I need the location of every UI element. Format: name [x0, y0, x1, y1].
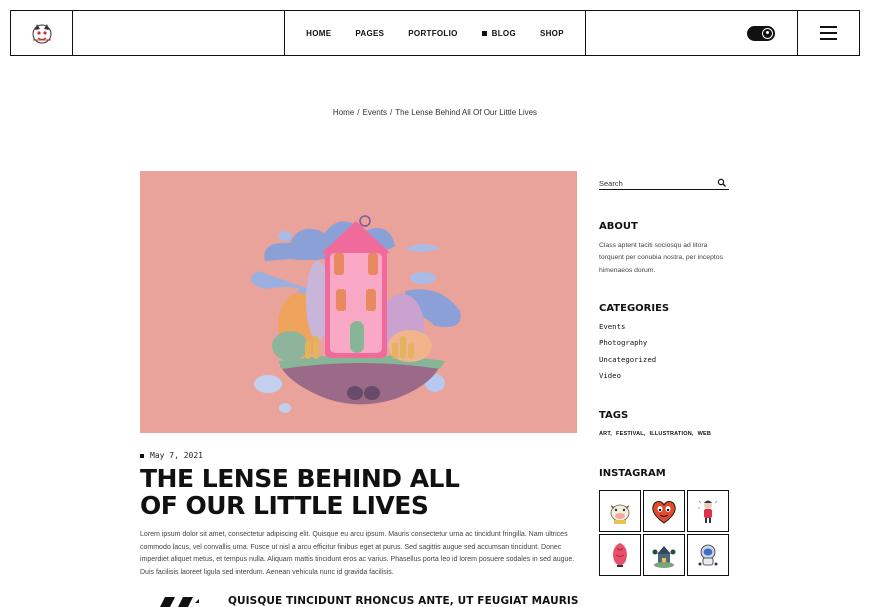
search-box [599, 177, 729, 190]
instagram-item[interactable] [599, 490, 641, 532]
instagram-item[interactable] [643, 490, 685, 532]
categories-heading: CATEGORIES [599, 303, 670, 314]
tag-web[interactable]: WEB [698, 431, 711, 437]
site-header: HOME PAGES PORTFOLIO BLOG SHOP [10, 10, 860, 56]
header-spacer [73, 11, 285, 55]
category-uncategorized[interactable]: Uncategorized [599, 354, 656, 370]
nav-shop-label: SHOP [539, 28, 564, 38]
nav-home[interactable]: HOME [294, 29, 343, 38]
breadcrumb-separator: / [389, 108, 393, 117]
post-date-text: May 7, 2021 [150, 451, 203, 460]
breadcrumb-events[interactable]: Events [363, 108, 387, 117]
category-photography[interactable]: Photography [599, 337, 656, 353]
breadcrumb-separator: / [357, 108, 360, 117]
search-icon[interactable] [717, 178, 727, 188]
eye-icon [762, 27, 773, 39]
theme-toggle-cell [586, 11, 798, 55]
nav-home-label: HOME [306, 28, 332, 38]
about-text: Class aptent taciti sociosqu ad litora t… [599, 242, 723, 274]
astronaut-figure-icon [698, 544, 718, 566]
square-bullet-icon [140, 453, 144, 458]
tag-art[interactable]: ART, [599, 431, 612, 437]
search-input[interactable] [599, 178, 709, 188]
nav-blog-label: BLOG [491, 28, 516, 38]
tag-list: ART, FESTIVAL, ILLUSTRATION, WEB [599, 431, 711, 437]
tag-festival[interactable]: FESTIVAL, [616, 431, 646, 437]
nav-blog[interactable]: BLOG [470, 29, 528, 38]
instagram-item[interactable] [687, 490, 729, 532]
categories-list: Events Photography Uncategorized Video [599, 321, 656, 386]
quote-mark-icon [160, 597, 199, 607]
breadcrumb-current: The Lense Behind All Of Our Little Lives [395, 108, 538, 117]
breadcrumb: Home / Events / The Lense Behind All Of Our … [0, 108, 870, 117]
logo-icon [32, 24, 51, 44]
theme-toggle[interactable] [747, 25, 775, 41]
pink-creature-icon [613, 543, 627, 567]
instagram-item[interactable] [599, 534, 641, 576]
instagram-item[interactable] [643, 534, 685, 576]
post-title: THE LENSE BEHIND ALL OF OUR LITTLE LIVES [140, 464, 460, 520]
main-nav: HOME PAGES PORTFOLIO BLOG SHOP [285, 11, 586, 55]
post-date: May 7, 2021 [140, 451, 203, 460]
tags-heading: TAGS [599, 410, 629, 421]
menu-button[interactable] [798, 11, 859, 55]
nav-pages-label: PAGES [355, 28, 385, 38]
instagram-heading: INSTAGRAM [599, 468, 666, 479]
instagram-grid [599, 490, 730, 576]
hamburger-icon [820, 25, 837, 41]
breadcrumb-home[interactable]: Home [333, 108, 354, 117]
heart-character-icon [652, 501, 676, 524]
floating-house-illustration [250, 215, 461, 413]
logo-cell[interactable] [11, 11, 73, 55]
post-subheading: QUISQUE TINCIDUNT RHONCUS ANTE, UT FEUGI… [228, 595, 579, 607]
tag-illustration[interactable]: ILLUSTRATION, [650, 431, 694, 437]
nav-portfolio[interactable]: PORTFOLIO [396, 29, 469, 38]
house-figure-icon [652, 546, 676, 568]
active-indicator-icon [481, 30, 487, 36]
featured-image [140, 171, 577, 433]
category-video[interactable]: Video [599, 370, 656, 386]
instagram-item[interactable] [687, 534, 729, 576]
category-events[interactable]: Events [599, 321, 656, 337]
nav-pages[interactable]: PAGES [343, 29, 396, 38]
about-heading: ABOUT [599, 221, 638, 232]
girl-figure-icon [698, 500, 718, 523]
cow-figure-icon [610, 504, 630, 524]
nav-portfolio-label: PORTFOLIO [408, 28, 458, 38]
nav-shop[interactable]: SHOP [528, 29, 576, 38]
post-body: Lorem ipsum dolor sit amet, consectetur … [140, 531, 575, 576]
